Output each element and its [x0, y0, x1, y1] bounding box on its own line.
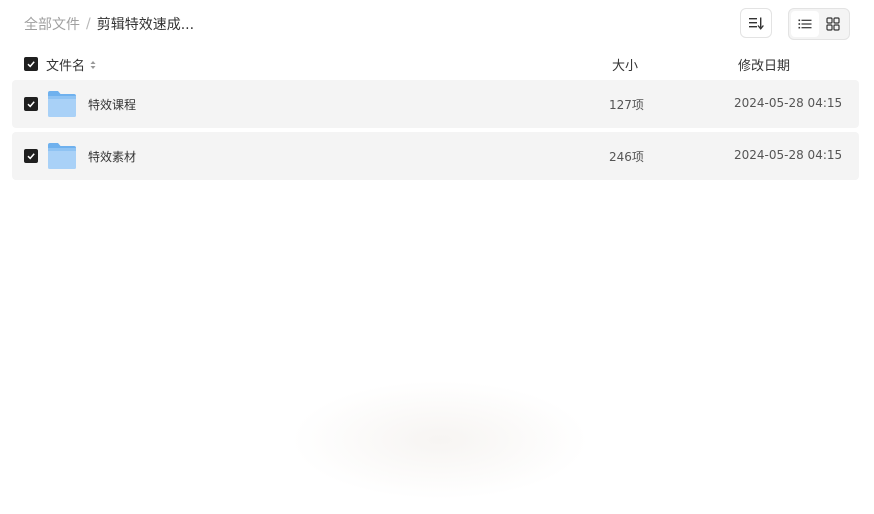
file-row[interactable]: 特效课程 127项 2024-05-28 04:15	[12, 80, 859, 128]
grid-view-icon	[826, 17, 840, 31]
breadcrumb-separator: /	[86, 16, 91, 32]
breadcrumb-current: 剪辑特效速成...	[96, 17, 195, 33]
file-modified-date: 2024-05-28 04:15	[734, 148, 843, 162]
file-size: 246项	[609, 150, 644, 164]
breadcrumb-root[interactable]: 全部文件	[24, 14, 80, 34]
list-header: 文件名 大小 修改日期	[12, 52, 859, 76]
view-toggle	[788, 8, 850, 40]
list-view-icon	[798, 19, 812, 29]
column-header-name-label: 文件名	[46, 59, 86, 74]
file-browser: 全部文件 / 剪辑特效速成... 文件名 大小 修改日期 特效课程 127项 2…	[0, 0, 874, 514]
check-icon	[27, 153, 35, 160]
file-size: 127项	[609, 98, 644, 112]
grid-view-button[interactable]	[819, 11, 847, 37]
row-checkbox[interactable]	[24, 97, 38, 111]
file-name[interactable]: 特效素材	[88, 148, 136, 165]
column-header-date[interactable]: 修改日期	[738, 55, 790, 74]
select-all-checkbox[interactable]	[24, 57, 38, 71]
list-view-button[interactable]	[791, 11, 819, 37]
check-icon	[27, 61, 35, 68]
breadcrumb: 全部文件 / 剪辑特效速成...	[24, 14, 194, 34]
file-row[interactable]: 特效素材 246项 2024-05-28 04:15	[12, 132, 859, 180]
column-header-size[interactable]: 大小	[612, 55, 638, 74]
folder-icon	[48, 91, 76, 117]
sort-arrows-icon[interactable]	[89, 59, 97, 71]
column-header-name[interactable]: 文件名	[46, 55, 97, 74]
folder-icon	[48, 143, 76, 169]
file-name[interactable]: 特效课程	[88, 96, 136, 113]
file-modified-date: 2024-05-28 04:15	[734, 96, 843, 110]
background-glow	[290, 380, 590, 500]
sort-lines-icon	[749, 17, 764, 30]
row-checkbox[interactable]	[24, 149, 38, 163]
sort-button[interactable]	[740, 8, 772, 38]
check-icon	[27, 101, 35, 108]
